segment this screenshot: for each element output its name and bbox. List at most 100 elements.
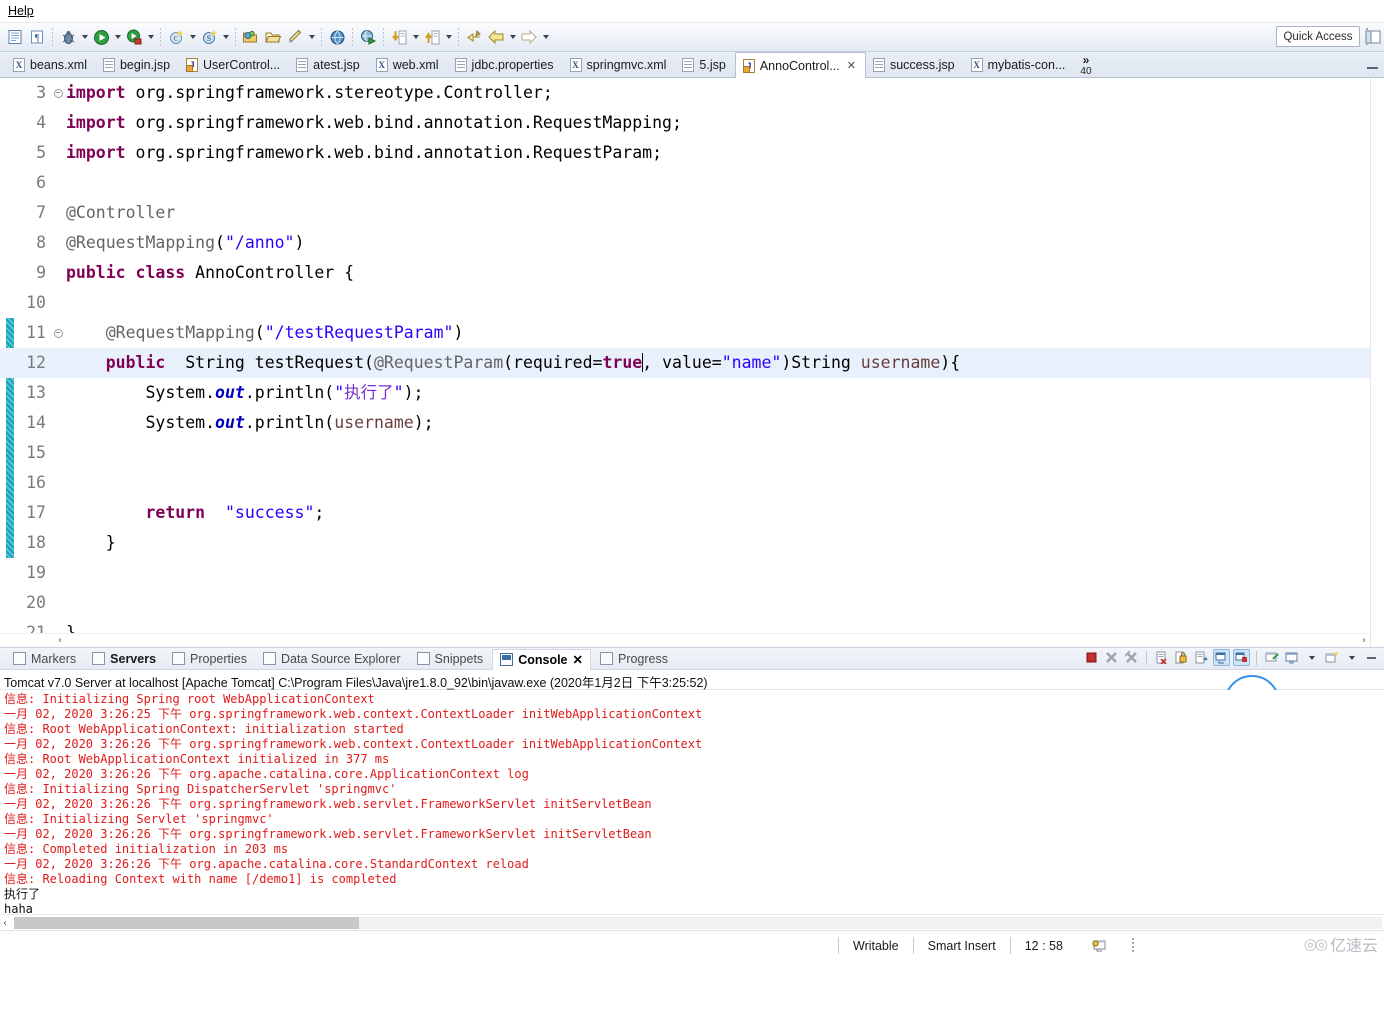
code-line[interactable]: 7 @Controller bbox=[0, 198, 1370, 228]
editor-tab-annocontroller-java[interactable]: J AnnoControl... ✕ bbox=[734, 52, 866, 78]
code-line[interactable]: 5 import org.springframework.web.bind.ann… bbox=[0, 138, 1370, 168]
run-dropdown-caret-icon[interactable] bbox=[112, 25, 123, 49]
open-type-button[interactable] bbox=[4, 25, 26, 49]
view-tab-properties[interactable]: Properties bbox=[165, 649, 254, 669]
fold-collapse-icon[interactable]: − bbox=[52, 328, 64, 338]
folder-icon[interactable] bbox=[262, 25, 284, 49]
back-dropdown-caret-icon[interactable] bbox=[507, 25, 518, 49]
bug-dropdown-caret-icon[interactable] bbox=[79, 25, 90, 49]
editor-tab-begin-jsp[interactable]: begin.jsp bbox=[96, 52, 179, 77]
menu-item-help[interactable]: Help bbox=[4, 3, 38, 19]
editor-tab-overflow-button[interactable]: » 40 bbox=[1074, 54, 1097, 76]
code-line[interactable]: 18 } bbox=[0, 528, 1370, 558]
minimize-editor-button[interactable] bbox=[1367, 61, 1378, 69]
code-line[interactable]: 16 bbox=[0, 468, 1370, 498]
new-class-dropdown-caret-icon[interactable] bbox=[187, 25, 198, 49]
globe-icon[interactable] bbox=[326, 25, 348, 49]
code-line[interactable]: 9 public class AnnoController { bbox=[0, 258, 1370, 288]
pencil-dropdown-caret-icon[interactable] bbox=[306, 25, 317, 49]
scroll-left-arrow-icon[interactable]: ‹ bbox=[3, 916, 7, 930]
status-smart-insert-icon[interactable] bbox=[1077, 937, 1122, 955]
run-server-icon[interactable] bbox=[123, 25, 145, 49]
up-arrow-icon[interactable] bbox=[421, 25, 443, 49]
editor-tab-atest-jsp[interactable]: atest.jsp bbox=[289, 52, 369, 77]
scroll-left-arrow-icon[interactable]: ‹ bbox=[58, 635, 62, 646]
remove-all-x-icon[interactable] bbox=[1123, 649, 1140, 666]
console-output[interactable]: 信息: Initializing Spring root WebApplicat… bbox=[0, 690, 1384, 930]
code-line[interactable]: 14 System.out.println(username); bbox=[0, 408, 1370, 438]
code-line[interactable]: 11− @RequestMapping("/testRequestParam") bbox=[0, 318, 1370, 348]
code-line[interactable]: 3− import org.springframework.stereotype.… bbox=[0, 78, 1370, 108]
new-annotation-dropdown-caret-icon[interactable] bbox=[220, 25, 231, 49]
scroll-right-arrow-icon[interactable]: › bbox=[1362, 635, 1366, 646]
monitor-icon[interactable] bbox=[1283, 649, 1300, 666]
close-icon[interactable]: ✕ bbox=[573, 652, 583, 667]
new-console-dropdown-caret-icon[interactable] bbox=[1343, 649, 1360, 666]
editor-tab-springmvc-xml[interactable]: X springmvc.xml bbox=[563, 52, 676, 77]
code-line[interactable]: 15 bbox=[0, 438, 1370, 468]
code-line[interactable]: 20 bbox=[0, 588, 1370, 618]
new-annotation-icon[interactable]: S bbox=[198, 25, 220, 49]
code-line[interactable]: 10 bbox=[0, 288, 1370, 318]
forward-dropdown-caret-icon[interactable] bbox=[540, 25, 551, 49]
view-tab-data-source-explorer[interactable]: Data Source Explorer bbox=[256, 649, 408, 669]
quick-access-input[interactable]: Quick Access bbox=[1276, 26, 1360, 47]
bug-icon[interactable] bbox=[57, 25, 79, 49]
view-tab-console[interactable]: Console ✕ bbox=[492, 648, 591, 670]
view-tab-progress[interactable]: Progress bbox=[593, 649, 675, 669]
editor-tab-jdbc-properties[interactable]: jdbc.properties bbox=[448, 52, 563, 77]
clear-console-icon[interactable] bbox=[1153, 649, 1170, 666]
back-pencil-icon[interactable] bbox=[463, 25, 485, 49]
code-token: ) bbox=[294, 233, 305, 252]
code-text-area[interactable]: 3− import org.springframework.stereotype.… bbox=[0, 78, 1370, 642]
lock-icon[interactable] bbox=[1173, 649, 1190, 666]
console-horizontal-scrollbar[interactable]: ‹ bbox=[0, 914, 1384, 930]
editor-tab-usercontroller-java[interactable]: J UserControl... bbox=[179, 52, 289, 77]
code-line[interactable]: 8 @RequestMapping("/anno") bbox=[0, 228, 1370, 258]
up-arrow-dropdown-caret-icon[interactable] bbox=[443, 25, 454, 49]
code-line[interactable]: 12 public String testRequest(@RequestPar… bbox=[0, 348, 1370, 378]
minimize-icon[interactable] bbox=[1363, 649, 1380, 666]
code-editor[interactable]: 3− import org.springframework.stereotype.… bbox=[0, 78, 1384, 731]
view-tab-snippets[interactable]: Snippets bbox=[410, 649, 491, 669]
down-arrow-icon[interactable] bbox=[388, 25, 410, 49]
scrollbar-thumb[interactable] bbox=[14, 917, 359, 929]
fold-collapse-icon[interactable]: − bbox=[52, 88, 64, 98]
view-tab-servers[interactable]: Servers bbox=[85, 649, 163, 669]
code-line[interactable]: 6 bbox=[0, 168, 1370, 198]
editor-tab-mybatis-config-xml[interactable]: X mybatis-con... bbox=[964, 52, 1075, 77]
editor-tab-5-jsp[interactable]: 5.jsp bbox=[675, 52, 734, 77]
open-folder-icon[interactable] bbox=[240, 25, 262, 49]
close-icon[interactable]: ✕ bbox=[847, 59, 856, 72]
run-server-dropdown-caret-icon[interactable] bbox=[145, 25, 156, 49]
editor-tab-beans-xml[interactable]: X beans.xml bbox=[6, 52, 96, 77]
scrollbar-track[interactable] bbox=[14, 917, 1382, 929]
console-err-icon[interactable] bbox=[1233, 649, 1250, 666]
pin-icon[interactable] bbox=[1263, 649, 1280, 666]
code-line[interactable]: 13 System.out.println("执行了"); bbox=[0, 378, 1370, 408]
word-wrap-icon[interactable] bbox=[1193, 649, 1210, 666]
overview-ruler[interactable] bbox=[1370, 78, 1384, 647]
perspective-switch-button[interactable] bbox=[1364, 28, 1382, 51]
forward-arrow-icon[interactable] bbox=[518, 25, 540, 49]
stop-square-icon[interactable] bbox=[1083, 649, 1100, 666]
run-icon[interactable] bbox=[90, 25, 112, 49]
back-arrow-icon[interactable] bbox=[485, 25, 507, 49]
pilcrow-icon[interactable]: ¶ bbox=[26, 25, 48, 49]
console-out-icon[interactable] bbox=[1213, 649, 1230, 666]
editor-tab-success-jsp[interactable]: success.jsp bbox=[866, 52, 964, 77]
status-drag-handle[interactable] bbox=[1131, 937, 1134, 954]
new-console-icon[interactable] bbox=[1323, 649, 1340, 666]
new-class-icon[interactable]: C bbox=[165, 25, 187, 49]
down-arrow-dropdown-caret-icon[interactable] bbox=[410, 25, 421, 49]
view-tab-markers[interactable]: Markers bbox=[6, 649, 83, 669]
run-web-icon[interactable] bbox=[357, 25, 379, 49]
editor-horizontal-scrollbar[interactable]: ‹ › bbox=[0, 633, 1370, 647]
pencil-icon[interactable] bbox=[284, 25, 306, 49]
code-line[interactable]: 19 bbox=[0, 558, 1370, 588]
code-line[interactable]: 4 import org.springframework.web.bind.ann… bbox=[0, 108, 1370, 138]
editor-tab-web-xml[interactable]: X web.xml bbox=[369, 52, 448, 77]
remove-x-icon[interactable] bbox=[1103, 649, 1120, 666]
monitor-dropdown-caret-icon[interactable] bbox=[1303, 649, 1320, 666]
code-line[interactable]: 17 return "success"; bbox=[0, 498, 1370, 528]
